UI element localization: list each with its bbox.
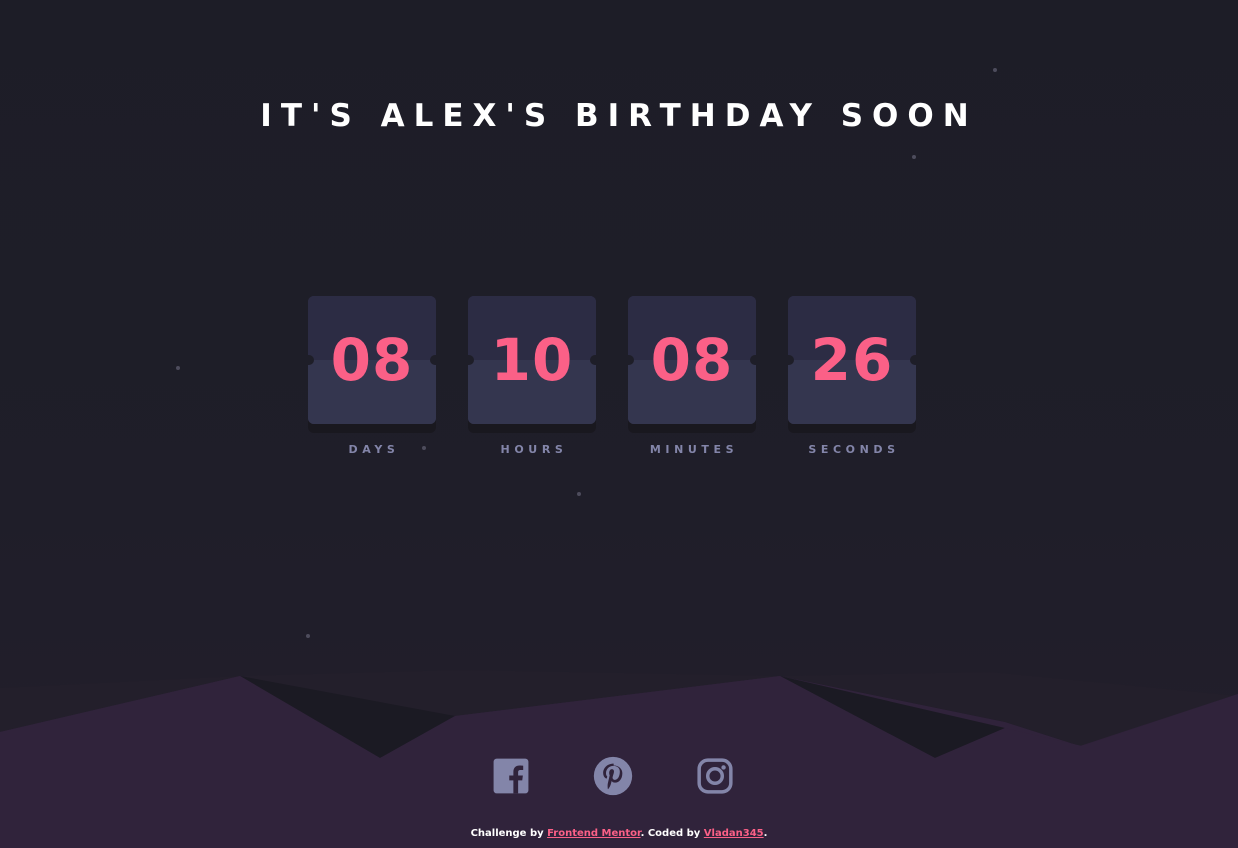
seconds-label: SECONDS [808,443,900,456]
countdown-unit-seconds: 26 SECONDS [788,296,916,456]
instagram-link[interactable] [694,755,736,797]
days-label: DAYS [348,443,400,456]
minutes-label: MINUTES [649,443,739,456]
countdown-unit-minutes: 08 MINUTES [628,296,756,456]
attribution-suffix: . [763,828,768,839]
days-value: 08 [330,326,414,394]
instagram-icon [697,758,733,794]
countdown-unit-days: 08 DAYS [308,296,436,456]
page-title: IT'S ALEX'S BIRTHDAY SOON [260,98,978,134]
flip-card: 26 [788,296,916,424]
frontend-mentor-link[interactable]: Frontend Mentor [547,828,640,839]
flip-card: 10 [468,296,596,424]
pinterest-link[interactable] [592,755,634,797]
minutes-value: 08 [650,326,734,394]
seconds-value: 26 [810,326,894,394]
star-decoration [577,492,581,496]
flip-card: 08 [628,296,756,424]
star-decoration [993,68,997,72]
facebook-icon [493,758,529,794]
star-decoration [176,366,180,370]
countdown-timer: 08 DAYS 10 HOURS 08 MINUTES 26 SECONDS [308,296,916,456]
attribution-middle: . Coded by [640,828,704,839]
hills-background [0,670,1238,848]
countdown-unit-hours: 10 HOURS [468,296,596,456]
hours-label: HOURS [500,443,568,456]
countdown-page: IT'S ALEX'S BIRTHDAY SOON 08 DAYS 10 HOU… [0,0,1238,848]
star-decoration [912,155,916,159]
hours-value: 10 [490,326,574,394]
author-link[interactable]: Vladan345 [704,828,764,839]
attribution: Challenge by Frontend Mentor. Coded by V… [0,827,1238,841]
flip-card: 08 [308,296,436,424]
attribution-prefix: Challenge by [470,828,548,839]
facebook-link[interactable] [490,755,532,797]
social-links [490,755,736,797]
star-decoration [306,634,310,638]
pinterest-icon [593,756,633,796]
